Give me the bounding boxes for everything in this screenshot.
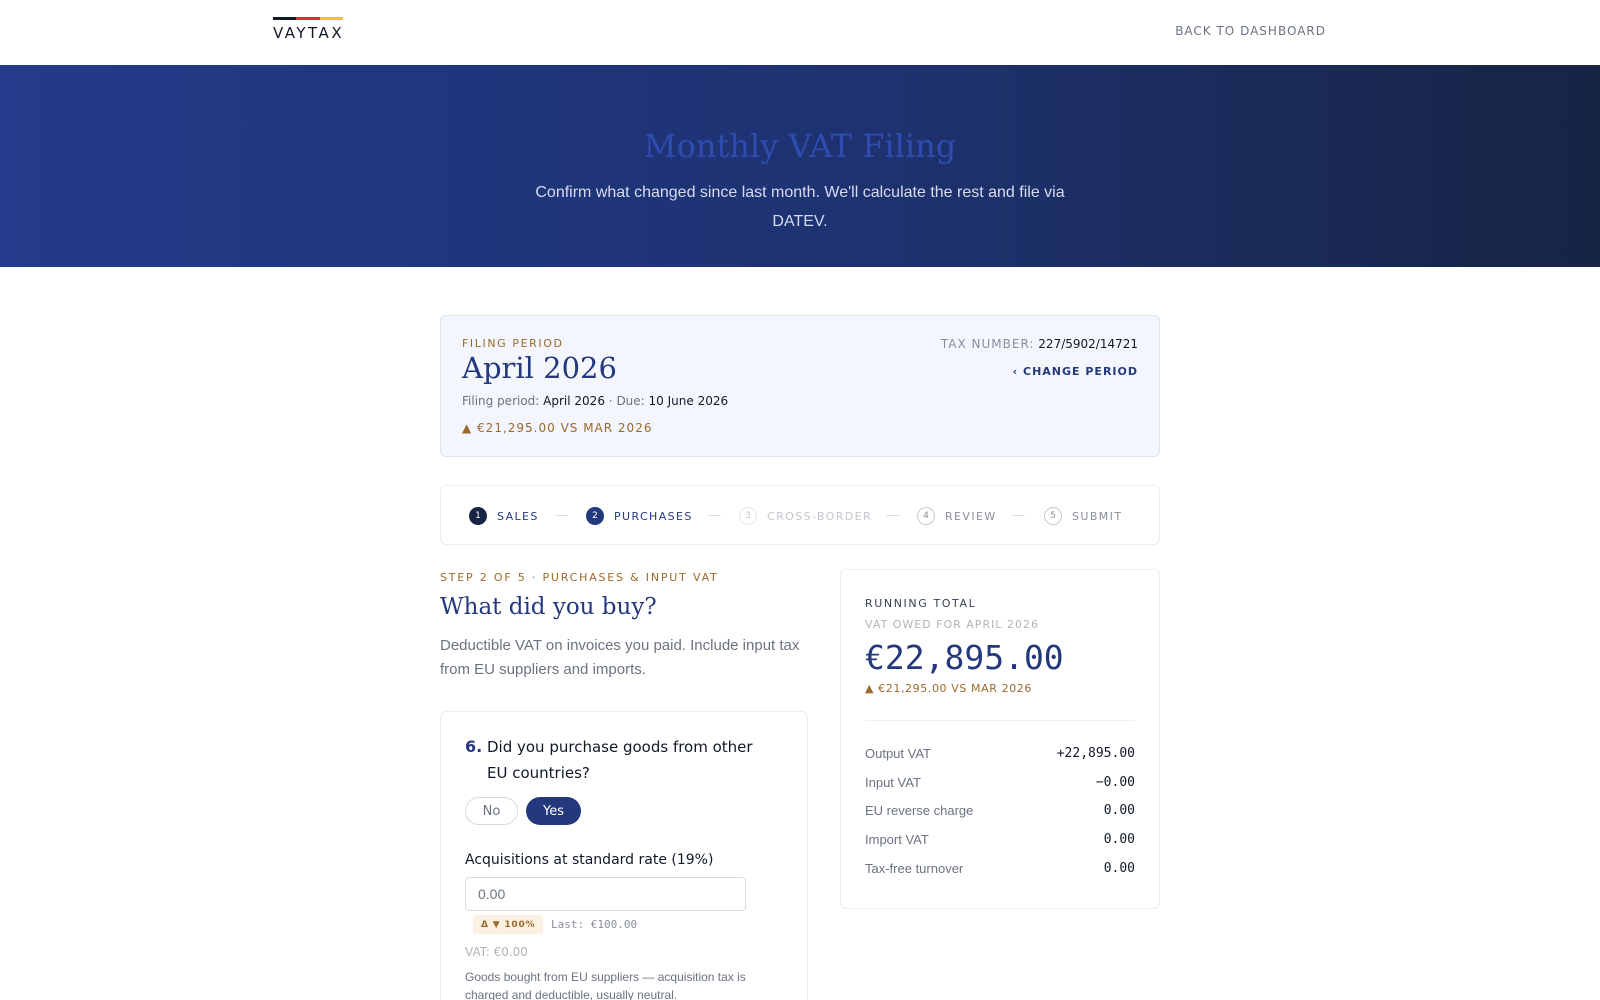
option-yes-button[interactable]: Yes	[526, 797, 581, 825]
meta-period-label: Filing period:	[462, 394, 540, 408]
step-eyebrow: STEP 2 OF 5 · PURCHASES & INPUT VAT	[440, 571, 719, 584]
step-cross-border: 3 CROSS-BORDER	[739, 507, 872, 525]
row-label: Output VAT	[865, 746, 931, 761]
step-submit[interactable]: 5 SUBMIT	[1044, 507, 1122, 525]
divider	[865, 720, 1135, 721]
step-purchases[interactable]: 2 PURCHASES	[586, 507, 693, 525]
row-label: Input VAT	[865, 775, 921, 790]
option-no-button[interactable]: No	[465, 797, 518, 825]
period-delta: ▲ €21,295.00 VS MAR 2026	[462, 421, 653, 435]
brand-name: VAYTAX	[273, 24, 345, 42]
row-value: −0.00	[1095, 775, 1135, 790]
section-title: What did you buy?	[440, 594, 657, 620]
step-label: SUBMIT	[1072, 509, 1123, 523]
filing-period-meta: Filing period: April 2026 · Due: 10 June…	[462, 394, 728, 408]
delta-badge: Δ ▼ 100%	[473, 915, 544, 934]
meta-separator: ·	[608, 394, 613, 408]
total-row-tax-free-turnover: Tax-free turnover 0.00	[865, 861, 1135, 876]
step-sales[interactable]: 1 SALES	[469, 507, 539, 525]
acquisitions-input[interactable]	[465, 877, 746, 911]
total-row-import-vat: Import VAT 0.00	[865, 832, 1135, 847]
step-number: 3	[739, 507, 757, 525]
step-label: SALES	[497, 509, 539, 523]
progress-stepper: 1 SALES 2 PURCHASES 3 CROSS-BORDER 4 REV…	[440, 485, 1160, 545]
field-help-text: Goods bought from EU suppliers — acquisi…	[465, 970, 746, 1000]
logo-stripe	[273, 17, 343, 20]
row-label: Import VAT	[865, 832, 929, 847]
step-number: 1	[469, 507, 487, 525]
question-card: 6. Did you purchase goods from other EU …	[440, 711, 808, 1000]
brand-logo[interactable]: VAYTAX	[273, 17, 344, 42]
question-number: 6.	[465, 737, 483, 756]
row-value: +22,895.00	[1056, 746, 1135, 761]
total-row-input-vat: Input VAT −0.00	[865, 775, 1135, 790]
question-text: Did you purchase goods from other EU cou…	[487, 738, 753, 782]
running-total-amount: €22,895.00	[865, 638, 1064, 677]
running-total-eyebrow: RUNNING TOTAL	[865, 597, 977, 610]
change-period-link[interactable]: ‹ CHANGE PERIOD	[1013, 365, 1138, 378]
last-period-value: Last: €100.00	[551, 918, 638, 931]
running-total-card: RUNNING TOTAL VAT OWED FOR APRIL 2026 €2…	[840, 569, 1160, 909]
step-divider	[1012, 515, 1025, 516]
tax-number-value: 227/5902/14721	[1038, 337, 1138, 351]
computed-vat-value: VAT: €0.00	[465, 945, 528, 959]
total-row-output-vat: Output VAT +22,895.00	[865, 746, 1135, 761]
row-value: 0.00	[1103, 803, 1135, 818]
acquisitions-field-label: Acquisitions at standard rate (19%)	[465, 852, 714, 868]
step-divider	[555, 515, 568, 516]
meta-due-value: 10 June 2026	[648, 394, 729, 408]
step-label: PURCHASES	[614, 509, 693, 523]
step-label: REVIEW	[945, 509, 997, 523]
page-title: Monthly VAT Filing	[643, 127, 957, 165]
meta-period-value: April 2026	[543, 394, 605, 408]
top-bar: VAYTAX BACK TO DASHBOARD	[0, 0, 1600, 65]
filing-period-title: April 2026	[462, 351, 617, 385]
row-label: EU reverse charge	[865, 803, 974, 818]
page-subtitle: Confirm what changed since last month. W…	[535, 184, 1065, 230]
running-total-delta: ▲ €21,295.00 VS MAR 2026	[865, 682, 1032, 695]
step-number: 5	[1044, 507, 1062, 525]
section-description: Deductible VAT on invoices you paid. Inc…	[440, 637, 800, 678]
tax-number-label: TAX NUMBER:	[940, 337, 1035, 351]
hero-banner: Monthly VAT Filing Confirm what changed …	[0, 65, 1600, 267]
tax-number: TAX NUMBER: 227/5902/14721	[941, 337, 1138, 351]
meta-due-label: Due:	[616, 394, 645, 408]
back-to-dashboard-link[interactable]: BACK TO DASHBOARD	[1175, 24, 1326, 38]
row-label: Tax-free turnover	[865, 861, 964, 876]
step-divider	[708, 515, 721, 516]
running-total-subtitle: VAT OWED FOR APRIL 2026	[865, 618, 1039, 631]
total-row-eu-reverse-charge: EU reverse charge 0.00	[865, 803, 1135, 818]
step-number: 4	[917, 507, 935, 525]
step-review[interactable]: 4 REVIEW	[917, 507, 997, 525]
step-number: 2	[586, 507, 604, 525]
filing-period-card: FILING PERIOD April 2026 Filing period: …	[440, 315, 1160, 457]
row-value: 0.00	[1103, 832, 1135, 847]
step-divider	[886, 515, 899, 516]
filing-period-eyebrow: FILING PERIOD	[462, 337, 564, 350]
step-label: CROSS-BORDER	[767, 509, 873, 523]
row-value: 0.00	[1103, 861, 1135, 876]
